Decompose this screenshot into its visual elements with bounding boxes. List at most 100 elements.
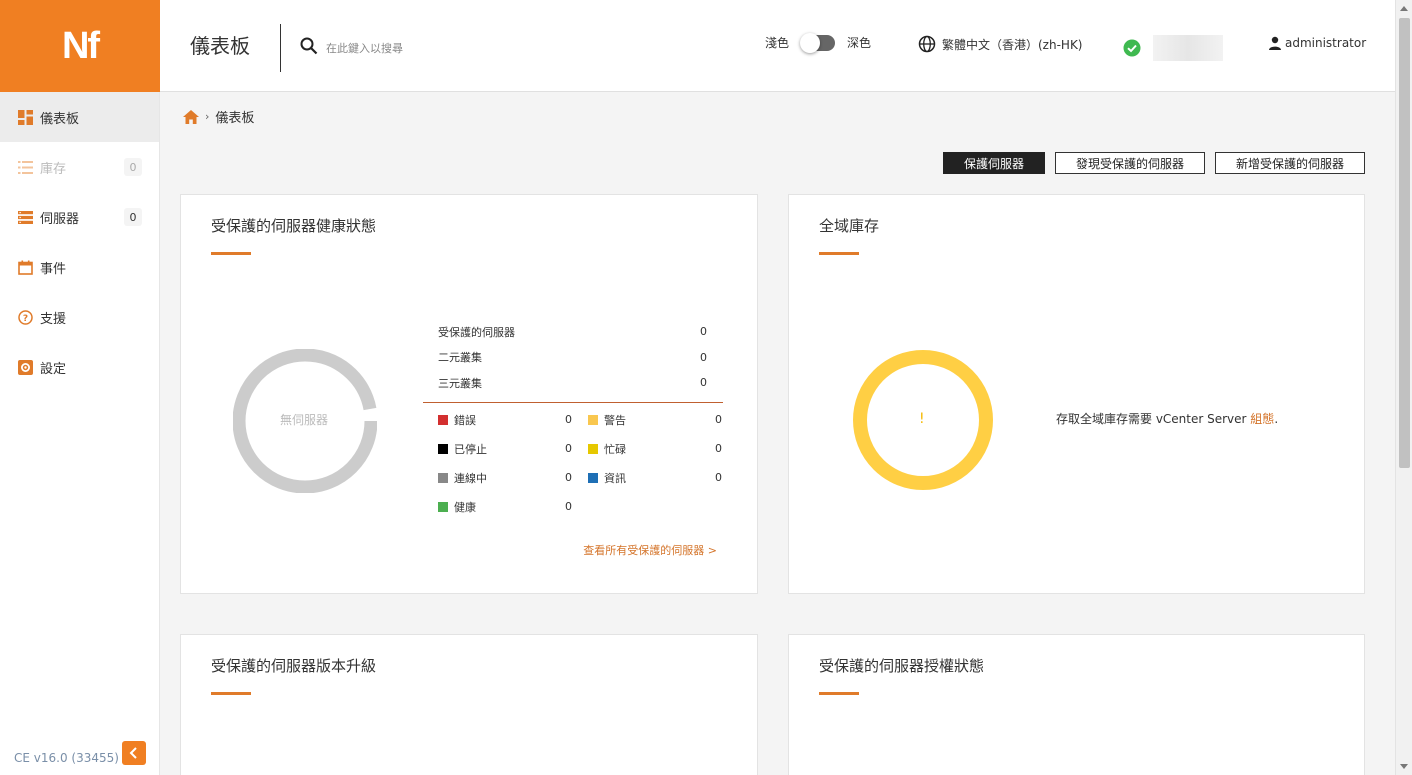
stat-row: 二元叢集 0 <box>423 345 723 371</box>
page-title: 儀表板 <box>190 34 250 58</box>
legend-swatch <box>438 443 448 454</box>
sidebar-item-inventory[interactable]: 庫存 0 <box>0 142 159 192</box>
legend-label: 資訊 <box>604 471 626 485</box>
sidebar-item-settings[interactable]: 設定 <box>0 342 159 392</box>
card-title-underline <box>211 252 251 255</box>
discover-servers-button[interactable]: 發現受保護的伺服器 <box>1054 152 1205 174</box>
sidebar-item-label: 事件 <box>40 261 67 277</box>
collapse-sidebar-button[interactable] <box>122 741 146 765</box>
server-icon <box>16 208 34 226</box>
breadcrumb-current: 儀表板 <box>215 111 255 126</box>
legend-item: 連線中 0 <box>438 469 588 487</box>
search-icon <box>300 37 318 59</box>
check-circle-icon <box>1123 39 1141 57</box>
list-icon <box>16 158 34 176</box>
home-icon[interactable] <box>183 109 199 124</box>
legend-swatch <box>438 472 448 483</box>
card-title: 受保護的伺服器健康狀態 <box>211 217 377 235</box>
donut-empty-label: 無伺服器 <box>280 413 329 427</box>
stat-label: 受保護的伺服器 <box>438 325 515 339</box>
stat-value: 0 <box>700 350 707 364</box>
view-all-servers-link[interactable]: 查看所有受保護的伺服器 > <box>583 542 717 558</box>
action-buttons: 保護伺服器 發現受保護的伺服器 新增受保護的伺服器 <box>942 152 1365 174</box>
legend-item: 資訊 0 <box>588 469 738 487</box>
stat-value: 0 <box>700 325 707 339</box>
legend-value: 0 <box>565 413 572 426</box>
sidebar-item-events[interactable]: 事件 <box>0 242 159 292</box>
legend-value: 0 <box>715 442 722 455</box>
legend-item: 錯誤 0 <box>438 411 588 429</box>
legend-item: 警告 0 <box>588 411 738 429</box>
theme-toggle: 淺色 深色 <box>765 32 871 53</box>
add-server-button[interactable]: 新增受保護的伺服器 <box>1214 152 1365 174</box>
legend-value: 0 <box>715 413 722 426</box>
stat-row: 受保護的伺服器 0 <box>423 319 723 345</box>
stat-label: 三元叢集 <box>438 376 482 390</box>
sidebar-item-label: 儀表板 <box>40 111 80 127</box>
sidebar-item-support[interactable]: ? 支援 <box>0 292 159 342</box>
legend-swatch <box>588 443 598 454</box>
legend-item: 忙碌 0 <box>588 440 738 458</box>
header-divider <box>280 24 281 72</box>
legend-value: 0 <box>565 500 572 513</box>
language-label: 繁體中文（香港）(zh-HK) <box>942 37 1083 52</box>
logo-text: Nf <box>61 24 100 67</box>
vcenter-message-text: 存取全域庫存需要 vCenter Server <box>1056 412 1251 426</box>
sidebar-item-servers[interactable]: 伺服器 0 <box>0 192 159 242</box>
user-menu[interactable]: administrator <box>1268 36 1366 50</box>
search-box[interactable] <box>300 30 440 66</box>
stats-divider <box>423 401 723 403</box>
legend-label: 連線中 <box>454 471 487 485</box>
protect-server-button[interactable]: 保護伺服器 <box>942 152 1045 174</box>
help-icon: ? <box>16 308 34 326</box>
stat-label: 二元叢集 <box>438 351 482 365</box>
health-stats: 受保護的伺服器 0 二元叢集 0 三元叢集 0 錯誤 0 警告 0 已停止 0 忙碌 0 連線中… <box>423 319 723 516</box>
legend-value: 0 <box>715 471 722 484</box>
language-selector[interactable]: 繁體中文（香港）(zh-HK) <box>918 35 1083 53</box>
gear-icon <box>16 358 34 376</box>
top-header: 儀表板 淺色 深色 繁體中文（香港）(zh-HK) administrator <box>160 0 1395 92</box>
calendar-icon <box>16 258 34 276</box>
warning-mark: ! <box>919 411 925 427</box>
card-title-underline <box>211 692 251 695</box>
legend-swatch <box>438 501 448 512</box>
breadcrumb-separator: › <box>205 110 210 123</box>
globe-icon <box>918 35 936 53</box>
version-upgrade-card: 受保護的伺服器版本升級 <box>180 634 758 775</box>
user-icon <box>1268 36 1282 50</box>
legend-label: 已停止 <box>454 442 487 456</box>
scroll-down-arrow-icon[interactable] <box>1400 764 1408 769</box>
servers-count-badge: 0 <box>124 208 142 226</box>
sidebar: Nf 儀表板 庫存 0 伺服器 0 事件 ? 支援 設定 CE v16.0 (3… <box>0 0 160 775</box>
app-logo[interactable]: Nf <box>0 0 160 92</box>
theme-light-label: 淺色 <box>765 36 790 50</box>
status-legend: 錯誤 0 警告 0 已停止 0 忙碌 0 連線中 0 資訊 0 健康 0 <box>423 411 723 516</box>
global-inventory-card: 全域庫存 ! 存取全域庫存需要 vCenter Server 組態. <box>788 194 1365 594</box>
card-title: 受保護的伺服器授權狀態 <box>819 657 985 675</box>
redacted-hostname <box>1153 35 1223 61</box>
legend-swatch <box>438 414 448 425</box>
inventory-count-badge: 0 <box>124 158 142 176</box>
legend-swatch <box>588 472 598 483</box>
theme-switch[interactable] <box>800 32 836 53</box>
connection-status[interactable] <box>1123 35 1223 61</box>
sidebar-item-dashboard[interactable]: 儀表板 <box>0 92 159 142</box>
stat-value: 0 <box>700 376 707 390</box>
scroll-thumb[interactable] <box>1399 18 1410 468</box>
theme-switch-knob <box>800 32 821 53</box>
configure-link[interactable]: 組態 <box>1250 412 1274 426</box>
legend-item: 健康 0 <box>438 498 588 516</box>
card-title-underline <box>819 692 859 695</box>
donut-ring-segment <box>304 349 377 411</box>
legend-label: 錯誤 <box>454 413 476 427</box>
legend-label: 忙碌 <box>604 442 626 456</box>
card-title: 受保護的伺服器版本升級 <box>211 657 377 675</box>
legend-item: 已停止 0 <box>438 440 588 458</box>
search-input[interactable] <box>326 41 436 55</box>
vcenter-message: 存取全域庫存需要 vCenter Server 組態. <box>1056 410 1278 427</box>
page-scrollbar[interactable] <box>1395 0 1412 775</box>
chevron-left-icon <box>129 744 139 763</box>
scroll-up-arrow-icon[interactable] <box>1400 6 1408 11</box>
legend-label: 警告 <box>604 413 626 427</box>
legend-label: 健康 <box>454 500 476 514</box>
